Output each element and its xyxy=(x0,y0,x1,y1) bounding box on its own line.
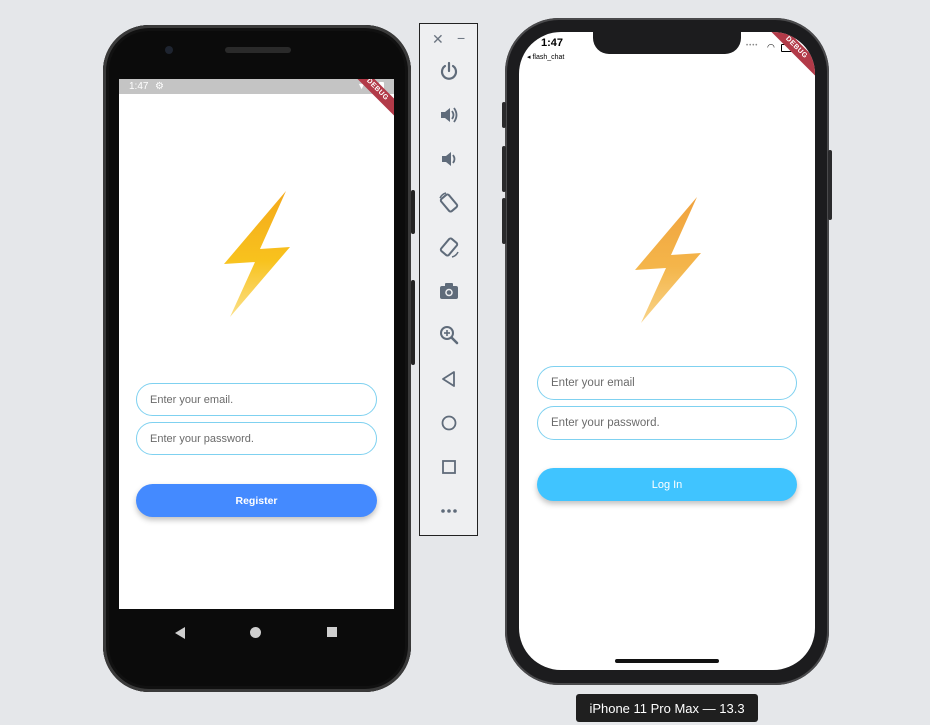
volume-up-side-button xyxy=(502,146,506,192)
lightning-bolt-icon xyxy=(635,197,701,323)
close-icon[interactable]: ✕ xyxy=(432,31,444,48)
signal-icon: •••• xyxy=(746,43,759,49)
password-field[interactable]: Enter your password. xyxy=(537,406,797,440)
rotate-left-icon[interactable] xyxy=(437,191,461,215)
lightning-bolt-icon xyxy=(224,191,290,317)
more-icon[interactable] xyxy=(437,499,461,523)
minimize-icon[interactable]: − xyxy=(457,30,465,46)
email-field[interactable]: Enter your email xyxy=(537,366,797,400)
volume-down-side-button xyxy=(502,198,506,244)
notch xyxy=(593,32,741,54)
android-emulator-frame: 1:47 ⚙ ▼ DEBUG Enter your email. Enter y… xyxy=(103,25,415,692)
device-label: iPhone 11 Pro Max — 13.3 xyxy=(576,694,758,722)
overview-icon[interactable] xyxy=(437,455,461,479)
power-icon[interactable] xyxy=(437,59,461,83)
zoom-icon[interactable] xyxy=(437,323,461,347)
android-nav-bar xyxy=(119,609,394,659)
volume-up-icon[interactable] xyxy=(437,103,461,127)
iphone-simulator-frame: 1:47 ◂ flash_chat •••• ◠ DEBUG Enter you… xyxy=(502,18,832,685)
nav-home-icon[interactable] xyxy=(250,627,261,638)
password-field[interactable]: Enter your password. xyxy=(136,422,377,455)
nav-recents-icon[interactable] xyxy=(327,627,337,637)
camera-icon[interactable] xyxy=(437,279,461,303)
iphone-screen: 1:47 ◂ flash_chat •••• ◠ DEBUG Enter you… xyxy=(519,32,815,670)
power-side-button xyxy=(411,190,415,234)
status-time: 1:47 xyxy=(129,81,149,92)
volume-down-icon[interactable] xyxy=(437,147,461,171)
home-indicator[interactable] xyxy=(615,659,719,663)
earpiece-speaker xyxy=(225,47,291,53)
wifi-icon: ◠ xyxy=(767,42,775,52)
back-to-app-link[interactable]: ◂ flash_chat xyxy=(527,53,564,61)
emulator-toolbar: ✕ − xyxy=(419,23,478,536)
front-camera xyxy=(165,46,173,54)
login-button[interactable]: Log In xyxy=(537,468,797,501)
back-icon[interactable] xyxy=(437,367,461,391)
email-field[interactable]: Enter your email. xyxy=(136,383,377,416)
rotate-right-icon[interactable] xyxy=(437,235,461,259)
status-bar: 1:47 ⚙ ▼ xyxy=(119,79,394,94)
side-power-button xyxy=(828,150,832,220)
nav-back-icon[interactable] xyxy=(175,627,185,639)
status-time: 1:47 xyxy=(541,37,564,49)
home-icon[interactable] xyxy=(437,411,461,435)
debug-banner: DEBUG xyxy=(767,32,815,77)
android-screen: 1:47 ⚙ ▼ DEBUG Enter your email. Enter y… xyxy=(119,79,394,609)
mute-switch xyxy=(502,102,506,128)
register-button[interactable]: Register xyxy=(136,484,377,517)
settings-icon: ⚙ xyxy=(155,81,164,92)
volume-side-button xyxy=(411,280,415,365)
